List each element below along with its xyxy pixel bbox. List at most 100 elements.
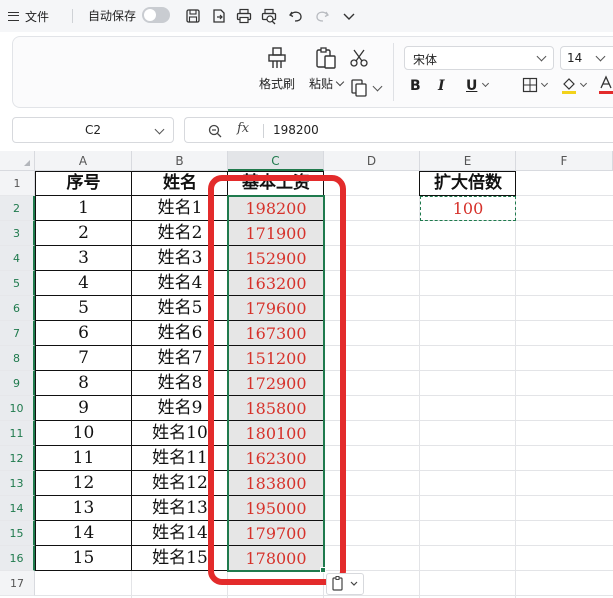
column-header-b[interactable]: B — [132, 151, 228, 171]
column-header-f[interactable]: F — [516, 151, 613, 171]
name-box-value: C2 — [84, 123, 101, 137]
highlight-ring — [208, 175, 346, 585]
print-icon[interactable] — [235, 7, 253, 25]
table-border — [515, 171, 516, 196]
row-header-17[interactable]: 17 — [0, 571, 35, 596]
paste-options-button[interactable] — [326, 573, 364, 595]
gridline-vertical — [419, 171, 420, 598]
cell-a7[interactable]: 6 — [35, 321, 132, 346]
file-menu-button[interactable]: 文件 — [8, 7, 49, 25]
cell-a3[interactable]: 2 — [35, 221, 132, 246]
cell-a1[interactable]: 序号 — [35, 171, 132, 196]
font-name-select[interactable]: 宋体 — [404, 46, 554, 70]
ribbon-divider — [393, 43, 394, 101]
row-header-6[interactable]: 6 — [0, 296, 35, 321]
italic-button[interactable]: I — [438, 78, 445, 94]
copy-marquee — [420, 196, 516, 221]
row-header-9[interactable]: 9 — [0, 371, 35, 396]
borders-icon[interactable] — [522, 77, 538, 93]
cell-a8[interactable]: 7 — [35, 346, 132, 371]
font-name-chevron-icon — [536, 51, 547, 62]
cell-a14[interactable]: 13 — [35, 496, 132, 521]
row-header-8[interactable]: 8 — [0, 346, 35, 371]
cell-a16[interactable]: 15 — [35, 546, 132, 571]
table-border — [35, 171, 324, 172]
bold-button[interactable]: B — [410, 78, 421, 94]
hamburger-icon — [8, 11, 19, 21]
table-border — [420, 171, 516, 172]
name-box[interactable]: C2 — [12, 117, 174, 143]
gridline-vertical — [515, 171, 516, 598]
cell-a2[interactable]: 1 — [35, 196, 132, 221]
export-icon[interactable] — [210, 7, 228, 25]
row-header-15[interactable]: 15 — [0, 521, 35, 546]
more-chevron-icon[interactable] — [340, 7, 358, 25]
paste-dropdown-icon[interactable] — [335, 77, 345, 87]
paste-label: 粘贴 — [308, 77, 333, 91]
cell-a12[interactable]: 11 — [35, 446, 132, 471]
font-size-chevron-icon — [595, 51, 606, 62]
font-size-select[interactable]: 14 — [560, 46, 613, 70]
fx-icon[interactable]: fx — [237, 121, 249, 136]
font-name-value: 宋体 — [413, 53, 438, 67]
title-bar: 文件 自动保存 — [0, 0, 613, 32]
autosave-toggle[interactable] — [142, 7, 170, 23]
column-header-a[interactable]: A — [35, 151, 132, 171]
underline-button[interactable]: U — [466, 78, 477, 94]
cell-a11[interactable]: 10 — [35, 421, 132, 446]
cell-e1[interactable]: 扩大倍数 — [420, 171, 516, 196]
cell-a6[interactable]: 5 — [35, 296, 132, 321]
row-header-5[interactable]: 5 — [0, 271, 35, 296]
row-header-4[interactable]: 4 — [0, 246, 35, 271]
paste-button[interactable]: 粘贴 — [305, 45, 347, 92]
font-color-icon[interactable] — [598, 75, 613, 95]
row-header-14[interactable]: 14 — [0, 496, 35, 521]
cell-a5[interactable]: 4 — [35, 271, 132, 296]
table-border — [35, 171, 36, 571]
formula-input[interactable]: 198200 — [273, 123, 319, 137]
format-painter-button[interactable]: 格式刷 — [255, 45, 299, 92]
format-painter-icon — [268, 47, 286, 68]
row-header-3[interactable]: 3 — [0, 221, 35, 246]
cell-a4[interactable]: 3 — [35, 246, 132, 271]
row-header-10[interactable]: 10 — [0, 396, 35, 421]
column-header-d[interactable]: D — [324, 151, 420, 171]
row-header-11[interactable]: 11 — [0, 421, 35, 446]
column-header-c[interactable]: C — [228, 151, 324, 171]
cell-a10[interactable]: 9 — [35, 396, 132, 421]
cut-icon[interactable] — [348, 47, 370, 69]
copy-dropdown-icon[interactable] — [372, 81, 383, 92]
zoom-icon[interactable] — [207, 123, 223, 139]
table-border — [419, 171, 420, 196]
formula-bar: fx 198200 — [184, 117, 613, 143]
paste-icon — [316, 47, 336, 69]
print-preview-icon[interactable] — [260, 7, 278, 25]
row-header-16[interactable]: 16 — [0, 546, 35, 571]
redo-icon[interactable] — [313, 7, 331, 25]
formula-divider — [263, 124, 264, 138]
paste-options-icon — [332, 576, 358, 591]
row-header-1[interactable]: 1 — [0, 171, 35, 196]
spreadsheet-grid: A B C D E F 1 2 3 4 5 6 7 8 9 10 11 12 13 14 15 16 17 序号 姓名 基本工资扩… — [0, 151, 613, 598]
format-painter-label: 格式刷 — [258, 77, 295, 91]
cell-a13[interactable]: 12 — [35, 471, 132, 496]
copy-icon[interactable] — [349, 77, 371, 99]
cell-a15[interactable]: 14 — [35, 521, 132, 546]
name-box-chevron-icon — [154, 124, 165, 135]
font-size-value: 14 — [567, 51, 583, 65]
row-header-12[interactable]: 12 — [0, 446, 35, 471]
table-border — [131, 171, 132, 571]
save-icon[interactable] — [184, 7, 202, 25]
row-header-13[interactable]: 13 — [0, 471, 35, 496]
gridline-horizontal — [35, 595, 613, 596]
fill-color-icon[interactable] — [560, 75, 578, 95]
undo-icon[interactable] — [287, 7, 305, 25]
autosave-label: 自动保存 — [88, 9, 137, 23]
row-header-2[interactable]: 2 — [0, 196, 35, 221]
divider — [72, 9, 73, 23]
column-header-e[interactable]: E — [420, 151, 516, 171]
row-header-7[interactable]: 7 — [0, 321, 35, 346]
cell-a9[interactable]: 8 — [35, 371, 132, 396]
file-menu-label: 文件 — [25, 9, 50, 24]
select-all-button[interactable] — [0, 151, 35, 171]
